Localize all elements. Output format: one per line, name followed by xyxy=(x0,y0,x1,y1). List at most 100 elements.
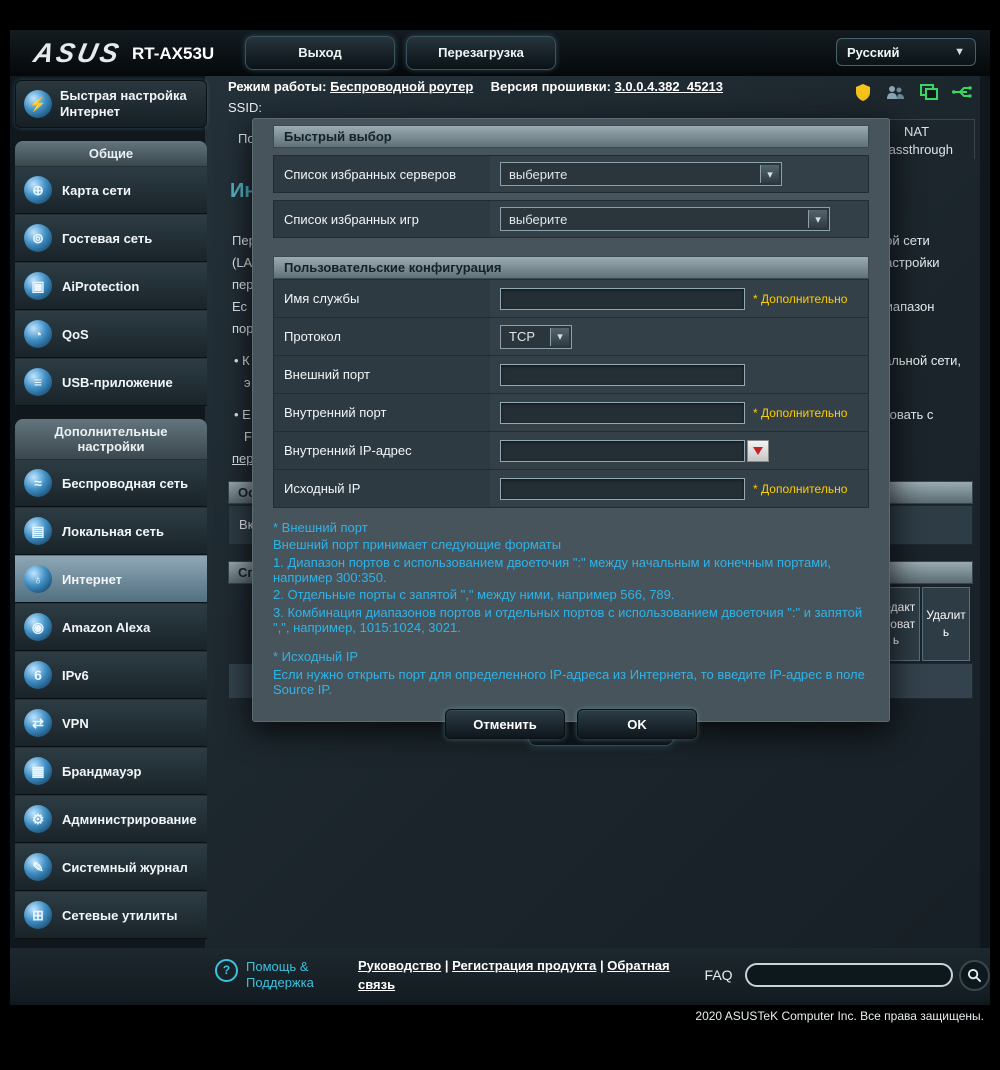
faq-search[interactable] xyxy=(744,963,954,987)
sidebar-item-qos[interactable]: ◔ QoS xyxy=(15,310,207,358)
sidebar-item-network-map[interactable]: ⊕ Карта сети xyxy=(15,166,207,214)
manual-link[interactable]: Руководство xyxy=(358,958,441,973)
page: ASUS RT-AX53U Выход Перезагрузка Русский… xyxy=(0,0,1000,1070)
system-log-icon: ✎ xyxy=(24,853,52,881)
sidebar-item-amazon-alexa[interactable]: ◉ Amazon Alexa xyxy=(15,603,207,651)
sidebar-item-ipv6[interactable]: 6 IPv6 xyxy=(15,651,207,699)
source-ip-input[interactable] xyxy=(500,477,745,500)
sidebar-item-usb-application[interactable]: ≡ USB-приложение xyxy=(15,358,207,406)
help-line: Внешний порт принимает следующие форматы xyxy=(273,537,562,553)
favorite-games-select[interactable]: выберите ▾ xyxy=(500,207,830,231)
language-select[interactable]: Русский ▼ xyxy=(836,38,976,66)
faq-search-input[interactable] xyxy=(756,966,942,984)
language-value: Русский xyxy=(847,44,900,60)
sidebar-section-general: Общие xyxy=(15,141,207,166)
sidebar-item-guest-network[interactable]: ⊚ Гостевая сеть xyxy=(15,214,207,262)
footer: ? Помощь & Поддержка Руководство | Регис… xyxy=(10,948,990,1002)
ok-button[interactable]: OK xyxy=(577,709,697,740)
optional-note: * Дополнительно xyxy=(753,291,848,306)
aiprotection-icon: ▣ xyxy=(24,272,52,300)
search-button[interactable] xyxy=(959,959,990,991)
reboot-button[interactable]: Перезагрузка xyxy=(406,36,556,70)
logout-button[interactable]: Выход xyxy=(245,36,395,70)
wired-clients-icon[interactable] xyxy=(919,82,939,102)
internal-port-input[interactable] xyxy=(500,401,745,424)
service-name-input[interactable] xyxy=(500,287,745,310)
optional-note: * Дополнительно xyxy=(753,481,848,496)
external-port-input[interactable] xyxy=(500,363,745,386)
sidebar-item-label: Сетевые утилиты xyxy=(62,907,178,923)
sidebar-item-label: Брандмауэр xyxy=(62,763,142,779)
asus-logo: ASUS xyxy=(30,38,125,68)
sidebar-item-internet[interactable]: ♁ Интернет xyxy=(15,555,207,603)
sidebar-item-label: Amazon Alexa xyxy=(62,619,151,635)
sidebar-item-vpn[interactable]: ⇄ VPN xyxy=(15,699,207,747)
chevron-down-icon: ▼ xyxy=(954,46,965,58)
usb-status-icon[interactable] xyxy=(952,82,972,102)
qos-icon: ◔ xyxy=(24,320,52,348)
bg-text: кальной сети, xyxy=(878,353,961,368)
bg-text: • Е xyxy=(234,407,251,422)
firmware-link[interactable]: 3.0.0.4.382_45213 xyxy=(615,79,723,94)
help-line: * Внешний порт xyxy=(273,520,368,535)
bg-text: пер xyxy=(232,277,254,292)
product-registration-link[interactable]: Регистрация продукта xyxy=(452,958,596,973)
firmware-label: Версия прошивки: xyxy=(490,79,611,94)
favorite-games-value: выберите xyxy=(509,211,568,227)
bg-text: Ес xyxy=(232,299,248,314)
search-icon xyxy=(968,968,982,982)
internal-ip-input[interactable] xyxy=(500,439,745,462)
sidebar-item-aiprotection[interactable]: ▣ AiProtection xyxy=(15,262,207,310)
network-tools-icon: ⊞ xyxy=(24,901,52,929)
bg-text: (LA xyxy=(232,255,253,270)
mode-label: Режим работы: xyxy=(228,79,327,94)
protocol-select[interactable]: TCP ▾ xyxy=(500,324,572,349)
clients-icon[interactable] xyxy=(886,82,906,102)
help-line: 1. Диапазон портов с использованием двое… xyxy=(273,554,832,585)
vpn-icon: ⇄ xyxy=(24,709,52,737)
internal-port-label: Внутренний порт xyxy=(284,405,387,420)
red-caret-icon xyxy=(753,446,763,455)
sidebar-section-advanced: Дополнительные настройки xyxy=(15,419,207,459)
protocol-label: Протокол xyxy=(284,329,341,344)
ipv6-icon: 6 xyxy=(24,661,52,689)
help-icon[interactable]: ? xyxy=(215,958,238,982)
sidebar-item-firewall[interactable]: ▦ Брандмауэр xyxy=(15,747,207,795)
amazon-alexa-icon: ◉ xyxy=(24,613,52,641)
sidebar-item-label: Гостевая сеть xyxy=(62,230,153,246)
protocol-value: TCP xyxy=(509,329,535,344)
help-line: 2. Отдельные порты с запятой "," между н… xyxy=(273,587,675,603)
mode-link[interactable]: Беспроводной роутер xyxy=(330,79,473,94)
bg-col-delete: Удалить xyxy=(922,587,970,661)
link-separator: | xyxy=(599,957,604,973)
sidebar-item-label: QoS xyxy=(62,326,89,342)
cancel-button[interactable]: Отменить xyxy=(445,709,565,740)
source-ip-label: Исходный IP xyxy=(284,481,361,496)
sidebar-item-network-tools[interactable]: ⊞ Сетевые утилиты xyxy=(15,891,207,939)
help-text: * Внешний порт Внешний порт принимает сл… xyxy=(273,520,869,697)
shield-status-icon[interactable] xyxy=(853,82,873,102)
sidebar-item-wireless[interactable]: ≈ Беспроводная сеть xyxy=(15,459,207,507)
internal-ip-row: Внутренний IP-адрес xyxy=(273,432,869,470)
chevron-down-icon: ▾ xyxy=(808,210,827,228)
sidebar-item-administration[interactable]: ⚙ Администрирование xyxy=(15,795,207,843)
bg-text: F xyxy=(244,429,252,444)
quick-setup-label: Быстрая настройка Интернет xyxy=(60,87,187,119)
help-support: ? Помощь & Поддержка xyxy=(215,958,326,992)
favorite-servers-select[interactable]: выберите ▾ xyxy=(500,162,782,186)
client-list-dropdown-button[interactable] xyxy=(747,439,769,462)
internal-port-row: Внутренний порт * Дополнительно xyxy=(273,394,869,432)
faq-label: FAQ xyxy=(704,967,733,983)
quick-internet-setup-button[interactable]: ⚡ Быстрая настройка Интернет xyxy=(15,80,207,128)
sidebar-item-system-log[interactable]: ✎ Системный журнал xyxy=(15,843,207,891)
help-line: Если нужно открыть порт для определенног… xyxy=(273,666,865,697)
service-name-label: Имя службы xyxy=(284,291,360,306)
internal-ip-label: Внутренний IP-адрес xyxy=(284,443,412,458)
service-name-row: Имя службы * Дополнительно xyxy=(273,279,869,318)
sidebar-item-label: Администрирование xyxy=(62,811,197,827)
favorite-games-label: Список избранных игр xyxy=(284,211,419,227)
port-forwarding-dialog: Быстрый выбор Список избранных серверов … xyxy=(252,118,890,740)
help-line: 3. Комбинация диапазонов портов и отдель… xyxy=(273,604,863,635)
sidebar-item-lan[interactable]: ▤ Локальная сеть xyxy=(15,507,207,555)
bg-link-partial[interactable]: пер xyxy=(232,451,254,466)
